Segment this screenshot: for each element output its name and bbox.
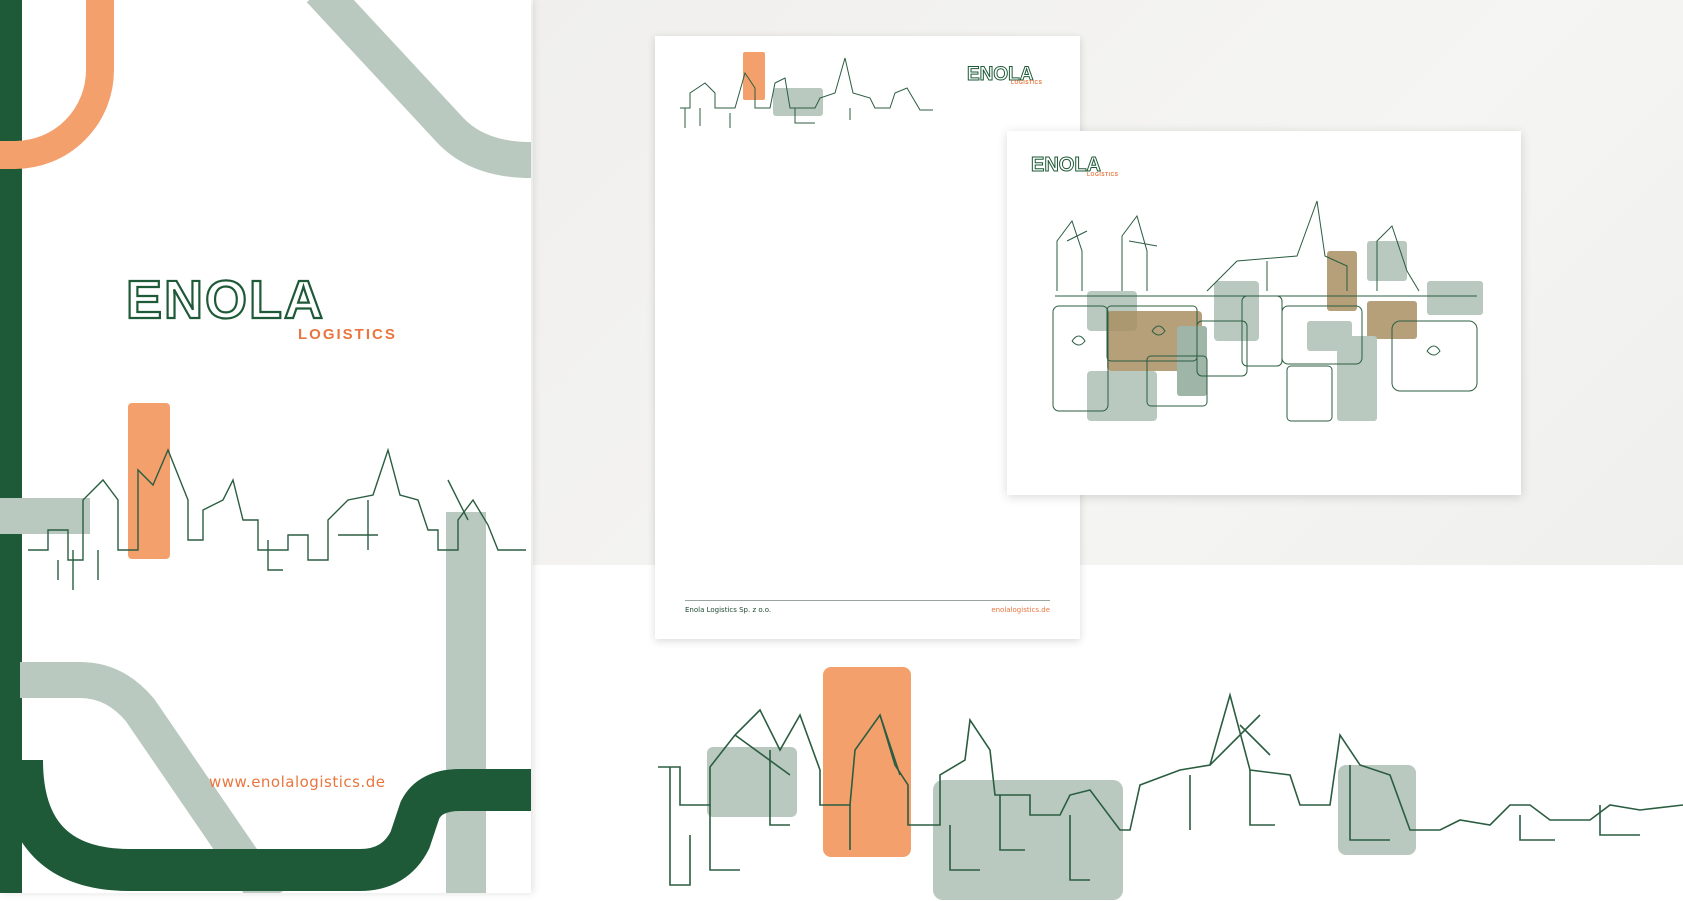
website-domain: enolalogistics.de (991, 606, 1050, 614)
letterhead-skyline-illustration (680, 52, 933, 128)
gift-box-illustration (1052, 200, 1483, 422)
skyline-crane-illustration (28, 447, 526, 590)
folder-url: www.enolalogistics.de (209, 773, 386, 791)
letterhead-logo: ENOLA LOGISTICS (967, 62, 1057, 92)
large-skyline-illustration (658, 667, 1683, 900)
letterhead-logo-subtitle: LOGISTICS (1011, 80, 1043, 86)
footer-divider (685, 600, 1050, 601)
card-logo: ENOLA LOGISTICS (1031, 153, 1131, 183)
card-logo-subtitle: LOGISTICS (1087, 172, 1119, 178)
company-name: Enola Logistics Sp. z o.o. (685, 606, 772, 614)
svg-text:ENOLA: ENOLA (126, 272, 325, 330)
folder-logo: ENOLA LOGISTICS (125, 269, 406, 352)
greeting-card: ENOLA LOGISTICS (1007, 131, 1521, 495)
presentation-folder: ENOLA LOGISTICS www.enolalogistics.de (0, 0, 531, 893)
logo-subtitle: LOGISTICS (298, 326, 397, 343)
